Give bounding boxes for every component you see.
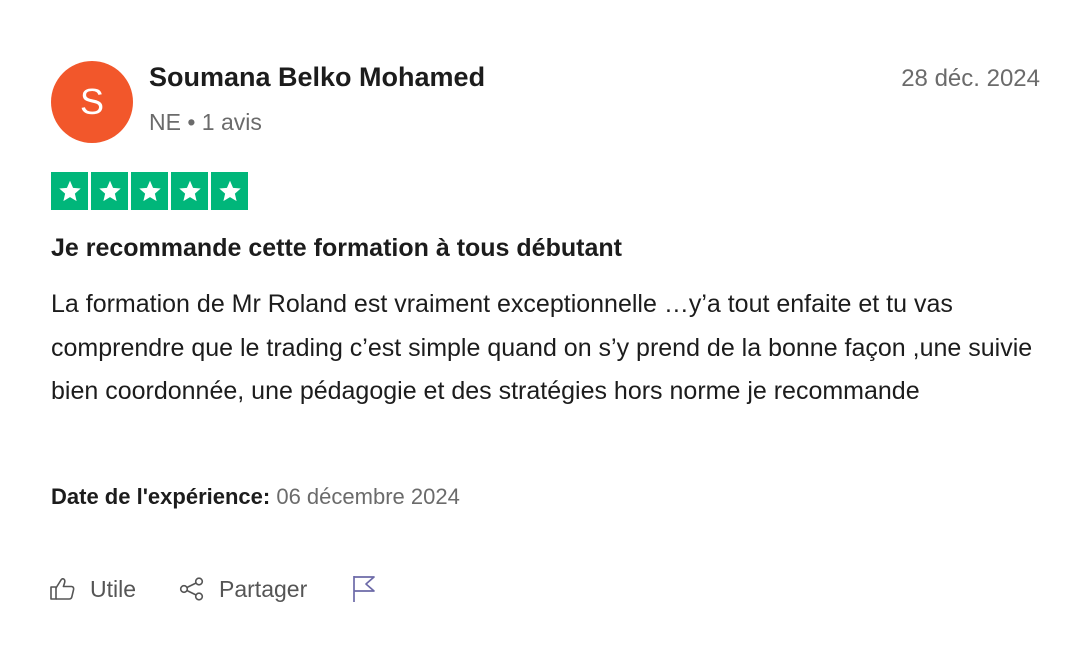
avatar[interactable]: S	[51, 61, 133, 143]
star-icon	[51, 172, 88, 210]
share-label: Partager	[219, 575, 308, 602]
reviewer-meta: NE • 1 avis	[149, 109, 262, 136]
star-icon	[171, 172, 208, 210]
star-icon	[131, 172, 168, 210]
share-icon	[178, 576, 206, 602]
experience-date-label: Date de l'expérience:	[51, 484, 271, 509]
review-body: La formation de Mr Roland est vraiment e…	[51, 290, 1033, 405]
share-button[interactable]: Partager	[178, 576, 307, 603]
reviewer-name[interactable]: Soumana Belko Mohamed	[149, 62, 485, 93]
meta-separator: •	[187, 109, 196, 135]
useful-button[interactable]: Utile	[49, 576, 136, 603]
star-icon	[211, 172, 248, 210]
star-rating	[51, 172, 248, 210]
review-card: S Soumana Belko Mohamed NE • 1 avis 28 d…	[0, 0, 1080, 652]
experience-date-value: 06 décembre 2024	[276, 484, 460, 509]
experience-date: Date de l'expérience: 06 décembre 2024	[51, 484, 460, 510]
star-icon	[91, 172, 128, 210]
useful-label: Utile	[90, 575, 137, 602]
avatar-initial: S	[79, 81, 104, 122]
flag-icon	[351, 574, 377, 604]
report-button[interactable]	[351, 574, 377, 604]
thumbs-up-icon	[49, 576, 77, 602]
review-actions: Utile Partager	[49, 574, 377, 604]
review-date: 28 déc. 2024	[901, 65, 1040, 92]
reviewer-country: NE	[149, 109, 181, 135]
review-title[interactable]: Je recommande cette formation à tous déb…	[51, 234, 622, 263]
reviewer-review-count: 1 avis	[201, 109, 262, 135]
